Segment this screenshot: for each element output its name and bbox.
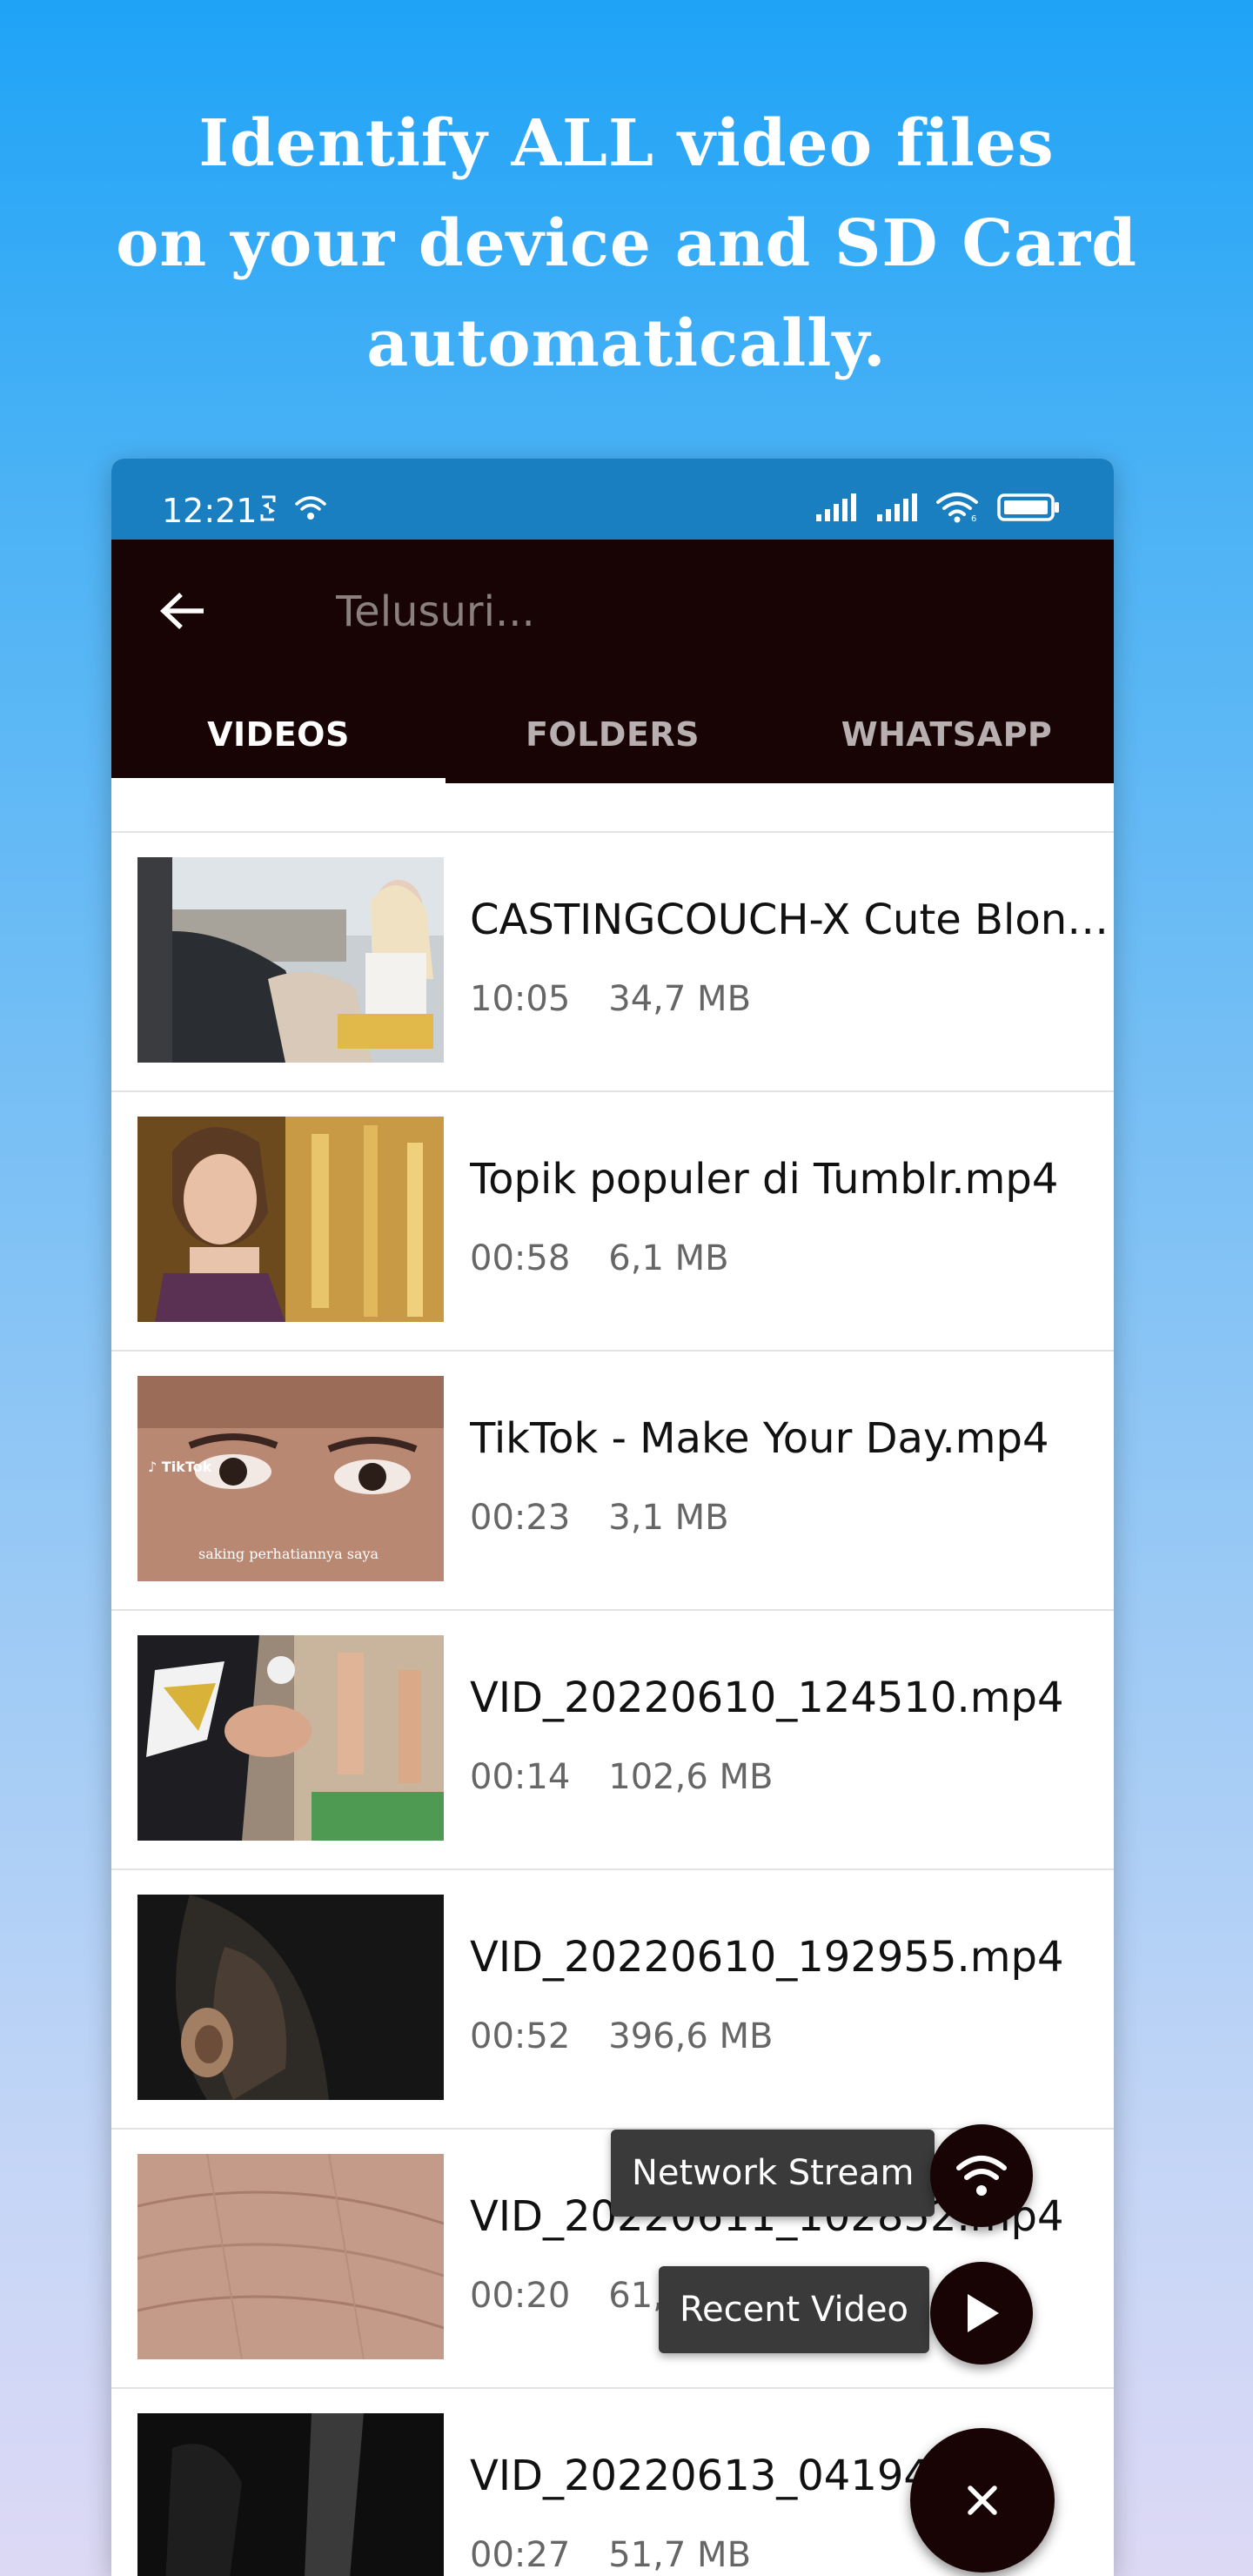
video-size: 6,1 MB <box>608 1238 729 1278</box>
video-thumbnail <box>137 1895 444 2100</box>
video-meta: 00:23 3,1 MB <box>470 1498 729 1538</box>
svg-text:♪ TikTok: ♪ TikTok <box>148 1459 212 1475</box>
app-toolbar <box>111 540 1114 686</box>
recent-video-button[interactable] <box>930 2262 1033 2365</box>
tab-videos[interactable]: VIDEOS <box>111 686 446 783</box>
video-title: VID_20220610_124510.mp4 <box>470 1674 1064 1722</box>
network-stream-label[interactable]: Network Stream <box>611 2130 935 2217</box>
headline-line-3: automatically. <box>366 306 887 381</box>
video-thumbnail <box>137 1117 444 1322</box>
video-thumbnail <box>137 2413 444 2576</box>
video-list-item[interactable]: ♪ TikTok saking perhatiannya saya TikTok… <box>111 1352 1114 1611</box>
video-thumbnail <box>137 1635 444 1841</box>
signal-icon-1 <box>816 493 856 521</box>
video-list-item[interactable]: Topik populer di Tumblr.mp4 00:58 6,1 MB <box>111 1092 1114 1352</box>
close-fab-button[interactable] <box>910 2428 1055 2573</box>
video-list-item[interactable]: VID_20220610_124510.mp4 00:14 102,6 MB <box>111 1611 1114 1870</box>
video-size: 34,7 MB <box>608 979 752 1019</box>
video-size: 3,1 MB <box>608 1498 729 1538</box>
arrow-left-icon <box>160 593 204 629</box>
video-duration: 10:05 <box>470 979 571 1019</box>
video-meta: 00:52 396,6 MB <box>470 2016 773 2056</box>
wifi-icon <box>956 2156 1007 2196</box>
video-title: TikTok - Make Your Day.mp4 <box>470 1414 1049 1463</box>
svg-text:saking perhatiannya saya: saking perhatiannya saya <box>198 1546 379 1562</box>
close-icon <box>968 2485 997 2515</box>
video-meta: 00:14 102,6 MB <box>470 1757 773 1797</box>
video-title: CASTINGCOUCH-X Cute Blonde... <box>470 896 1109 944</box>
recent-video-label[interactable]: Recent Video <box>659 2266 930 2353</box>
video-size: 51,7 MB <box>608 2535 752 2575</box>
video-duration: 00:52 <box>470 2016 571 2056</box>
status-bar: 12:21 6 <box>111 459 1114 540</box>
video-meta: 00:27 51,7 MB <box>470 2535 751 2575</box>
video-duration: 00:20 <box>470 2276 571 2316</box>
headline-line-2: on your device and SD Card <box>116 206 1137 281</box>
wifi-small-icon <box>295 496 326 520</box>
video-size: 102,6 MB <box>608 1757 774 1797</box>
headline-line-1: Identify ALL video files <box>198 106 1055 181</box>
video-thumbnail <box>137 857 444 1063</box>
phone-screen: 12:21 6 Telusuri... VIDEOS FOLDERS WHATS… <box>111 459 1114 2576</box>
video-duration: 00:58 <box>470 1238 571 1278</box>
video-thumbnail <box>137 2154 444 2359</box>
wifi-status-icon: 6 <box>936 493 978 523</box>
video-duration: 00:14 <box>470 1757 571 1797</box>
play-icon <box>968 2294 999 2332</box>
promo-headline: Identify ALL video files on your device … <box>0 94 1253 394</box>
svg-text:6: 6 <box>971 514 976 523</box>
list-header-spacer <box>111 783 1114 833</box>
sync-icon <box>260 495 276 521</box>
video-list-item[interactable]: VID_20220610_192955.mp4 00:52 396,6 MB <box>111 1870 1114 2130</box>
video-thumbnail: ♪ TikTok saking perhatiannya saya <box>137 1376 444 1581</box>
tab-bar: VIDEOS FOLDERS WHATSAPP <box>111 686 1114 783</box>
video-duration: 00:23 <box>470 1498 571 1538</box>
video-list-item[interactable]: CASTINGCOUCH-X Cute Blonde... 10:05 34,7 … <box>111 833 1114 1092</box>
video-duration: 00:27 <box>470 2535 571 2575</box>
video-title: VID_20220610_192955.mp4 <box>470 1933 1064 1982</box>
video-size: 396,6 MB <box>608 2016 774 2056</box>
tab-folders[interactable]: FOLDERS <box>446 686 780 783</box>
video-meta: 00:58 6,1 MB <box>470 1238 729 1278</box>
video-meta: 10:05 34,7 MB <box>470 979 751 1019</box>
network-stream-button[interactable] <box>930 2124 1033 2227</box>
signal-icon-2 <box>877 493 917 521</box>
tab-whatsapp[interactable]: WHATSAPP <box>780 686 1114 783</box>
search-input[interactable] <box>336 581 1067 642</box>
video-title: Topik populer di Tumblr.mp4 <box>470 1155 1059 1204</box>
back-button[interactable] <box>155 583 211 639</box>
status-time: 12:21 <box>162 492 258 530</box>
battery-icon <box>997 493 1059 521</box>
